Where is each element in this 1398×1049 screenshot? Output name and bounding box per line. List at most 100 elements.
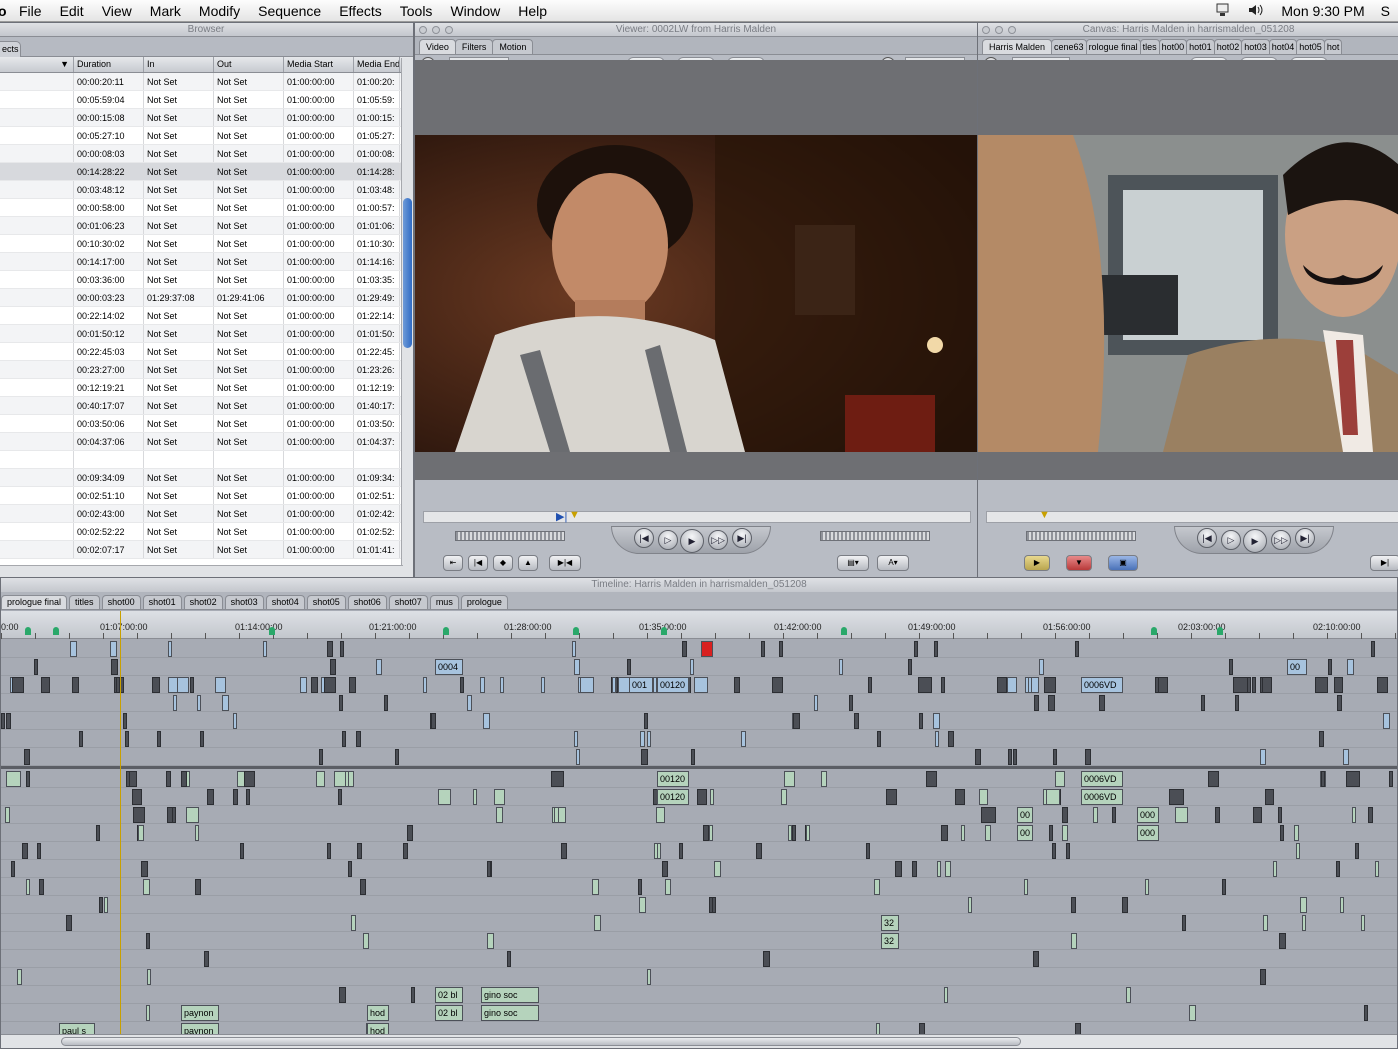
canvas-shuttle-control[interactable]: [1026, 531, 1136, 541]
timeline-ruler[interactable]: 0:00 01:07:00:00 01:14:00:00 01:21:00:00 01:…: [1, 611, 1397, 639]
timeline-clip[interactable]: [72, 677, 79, 693]
timeline-clip[interactable]: [1371, 641, 1375, 657]
timeline-clip[interactable]: [1280, 825, 1284, 841]
timeline-clip[interactable]: [507, 951, 511, 967]
timeline-clip[interactable]: [195, 825, 199, 841]
timeline-clip[interactable]: [1296, 843, 1300, 859]
timeline-clip[interactable]: [1066, 843, 1070, 859]
timeline-clip[interactable]: [79, 731, 83, 747]
canvas-tab[interactable]: tles: [1139, 39, 1160, 54]
timeline-clip[interactable]: [197, 695, 201, 711]
timeline-marker[interactable]: [53, 627, 59, 635]
timeline-clip[interactable]: [324, 677, 336, 693]
timeline-clip[interactable]: [665, 879, 671, 895]
timeline-clip[interactable]: [473, 789, 477, 805]
timeline-marker[interactable]: [1217, 627, 1223, 635]
table-row[interactable]: 00:01:50:12 Not Set Not Set 01:00:00:00 01:0…: [0, 325, 413, 343]
audio-track[interactable]: 32: [1, 932, 1397, 950]
timeline-clip[interactable]: [356, 731, 361, 747]
timeline-clip[interactable]: [654, 843, 658, 859]
video-track[interactable]: [1, 712, 1397, 730]
timeline-tab[interactable]: shot05: [306, 595, 346, 609]
timeline-clip[interactable]: [1340, 897, 1344, 913]
menu-effects[interactable]: Effects: [330, 3, 391, 19]
timeline-clip[interactable]: [186, 807, 199, 823]
timeline-clip[interactable]: [1062, 825, 1068, 841]
timeline-clip[interactable]: [1053, 749, 1057, 765]
timeline-clip[interactable]: [204, 951, 209, 967]
audio-track[interactable]: [1, 896, 1397, 914]
timeline-clip[interactable]: [1300, 897, 1307, 913]
play-around-icon[interactable]: ▷▷: [708, 530, 728, 550]
timeline-clip[interactable]: [647, 731, 651, 747]
audio-track[interactable]: 02 bl gino soc paynon hod: [1, 1004, 1397, 1022]
timeline-clip[interactable]: [821, 771, 827, 787]
timeline-clip[interactable]: [781, 789, 787, 805]
column-in[interactable]: In: [144, 57, 214, 72]
timeline-clip[interactable]: [945, 861, 951, 877]
timeline-clip[interactable]: [1229, 659, 1233, 675]
timeline-clip[interactable]: [351, 915, 356, 931]
timeline-clip[interactable]: [709, 897, 713, 913]
timeline-clip[interactable]: [1007, 677, 1017, 693]
timeline-clip[interactable]: [316, 771, 325, 787]
match-frame-icon[interactable]: ▶|◀: [549, 555, 581, 571]
menu-window[interactable]: Window: [441, 3, 509, 19]
timeline-tab[interactable]: titles: [69, 595, 100, 609]
timeline-tab[interactable]: mus: [429, 595, 459, 609]
timeline-clip[interactable]: [1355, 843, 1359, 859]
canvas-tab[interactable]: hot04: [1268, 39, 1298, 54]
timeline-clip[interactable]: [594, 915, 601, 931]
viewer-jog-control[interactable]: [820, 531, 930, 541]
video-track[interactable]: [1, 748, 1397, 766]
timeline-clip[interactable]: [1334, 677, 1343, 693]
timeline-clip[interactable]: [327, 641, 333, 657]
timeline-clip[interactable]: [1253, 807, 1262, 823]
timeline-clip[interactable]: [1044, 677, 1056, 693]
timeline-clip[interactable]: [761, 641, 765, 657]
timeline-clip[interactable]: [1126, 987, 1131, 1003]
timeline-clip[interactable]: [1031, 677, 1039, 693]
timeline-clip[interactable]: [877, 731, 881, 747]
audio-track[interactable]: 00120 0006VD: [1, 770, 1397, 788]
timeline-clip[interactable]: [1048, 695, 1055, 711]
timeline-clip[interactable]: [41, 677, 50, 693]
timeline-clip[interactable]: [574, 731, 578, 747]
table-row[interactable]: 00:00:20:11 Not Set Not Set 01:00:00:00 01:0…: [0, 73, 413, 91]
timeline-clip[interactable]: gino soc: [481, 987, 539, 1003]
menu-modify[interactable]: Modify: [190, 3, 249, 19]
timeline-clip[interactable]: [6, 713, 11, 729]
timeline-clip[interactable]: [403, 843, 408, 859]
table-row[interactable]: 00:04:37:06 Not Set Not Set 01:00:00:00 01:0…: [0, 433, 413, 451]
timeline-clip[interactable]: [788, 825, 792, 841]
timeline-clip[interactable]: [37, 843, 41, 859]
table-row[interactable]: 00:40:17:07 Not Set Not Set 01:00:00:00 01:4…: [0, 397, 413, 415]
timeline-clip[interactable]: [11, 861, 15, 877]
table-row[interactable]: 00:05:27:10 Not Set Not Set 01:00:00:00 01:0…: [0, 127, 413, 145]
timeline-clip[interactable]: [1099, 695, 1105, 711]
video-track[interactable]: 0006VD 00120 001: [1, 676, 1397, 694]
timeline-clip[interactable]: [1182, 915, 1186, 931]
timeline-clip[interactable]: 0006VD: [1081, 771, 1123, 787]
zoom-icon[interactable]: [445, 26, 453, 34]
timeline-clip[interactable]: [141, 861, 148, 877]
menubar-trailing[interactable]: S: [1373, 3, 1398, 19]
timeline-clip[interactable]: [710, 789, 714, 805]
timeline-clip[interactable]: [34, 659, 38, 675]
timeline-clip[interactable]: [500, 677, 504, 693]
table-row[interactable]: 00:00:03:23 01:29:37:08 01:29:41:06 01:00:0…: [0, 289, 413, 307]
timeline-clip[interactable]: [1260, 749, 1266, 765]
in-point-icon[interactable]: ▶|: [556, 510, 567, 523]
timeline-clip[interactable]: [1279, 933, 1286, 949]
timeline-clip[interactable]: [327, 843, 331, 859]
timeline-clip[interactable]: [1145, 879, 1149, 895]
next-edit-icon[interactable]: ▶|: [732, 528, 752, 548]
timeline-clip[interactable]: [638, 879, 642, 895]
timeline-clip[interactable]: [1049, 825, 1053, 841]
timeline-clip[interactable]: [411, 987, 415, 1003]
display-icon[interactable]: [1207, 3, 1239, 20]
timeline-clip[interactable]: [948, 731, 954, 747]
timeline-clip[interactable]: [138, 825, 144, 841]
timeline-clip[interactable]: [147, 969, 151, 985]
audio-track[interactable]: [1, 878, 1397, 896]
